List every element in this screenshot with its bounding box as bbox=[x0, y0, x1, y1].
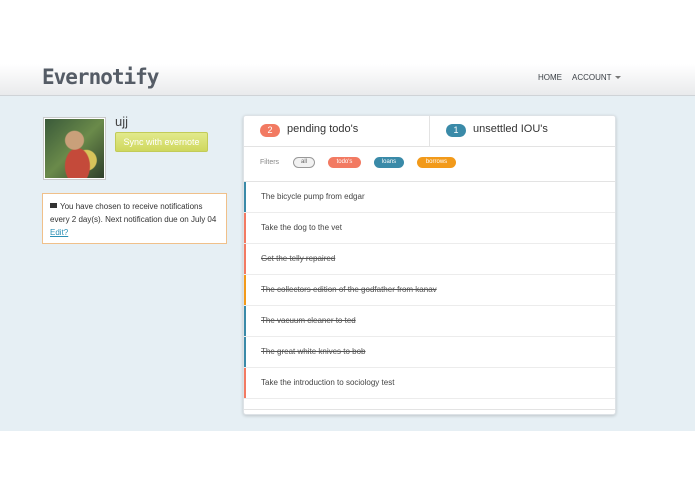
item-kind-bar bbox=[244, 275, 246, 305]
navbar: Evernotify HOME ACCOUNT bbox=[0, 64, 695, 96]
item-kind-bar bbox=[244, 337, 246, 367]
item-text: Take the introduction to sociology test bbox=[261, 378, 395, 387]
item-text: The bicycle pump from edgar bbox=[261, 192, 365, 201]
notice-text: You have chosen to receive notifications… bbox=[50, 202, 217, 224]
notification-notice: You have chosen to receive notifications… bbox=[42, 193, 227, 244]
tab-iou-label: unsettled IOU's bbox=[473, 123, 548, 135]
items-panel: 2 pending todo's 1 unsettled IOU's Filte… bbox=[243, 115, 616, 415]
filters-bar: Filters all todo's loans borrows bbox=[244, 147, 615, 182]
todo-count-badge: 2 bbox=[260, 124, 280, 137]
tab-todo-label: pending todo's bbox=[287, 123, 359, 135]
item-text: The great white knives to bob bbox=[261, 347, 366, 356]
sync-evernote-button[interactable]: Sync with evernote bbox=[115, 132, 208, 152]
bottom-whitespace bbox=[0, 431, 695, 494]
avatar-photo bbox=[45, 119, 104, 178]
list-item[interactable]: Take the dog to the vet bbox=[244, 213, 615, 244]
item-kind-bar bbox=[244, 368, 246, 398]
brand-logo[interactable]: Evernotify bbox=[42, 65, 159, 89]
items-list: The bicycle pump from edgar Take the dog… bbox=[244, 182, 615, 399]
item-kind-bar bbox=[244, 244, 246, 274]
item-kind-bar bbox=[244, 213, 246, 243]
list-item[interactable]: Get the telly repaired bbox=[244, 244, 615, 275]
list-item[interactable]: The collectors edition of the godfather … bbox=[244, 275, 615, 306]
item-text: The collectors edition of the godfather … bbox=[261, 285, 437, 294]
panel-footer-divider bbox=[244, 409, 615, 410]
filter-borrows[interactable]: borrows bbox=[417, 157, 456, 168]
list-item[interactable]: The great white knives to bob bbox=[244, 337, 615, 368]
tab-pending-todos[interactable]: 2 pending todo's bbox=[244, 116, 430, 146]
item-kind-bar bbox=[244, 306, 246, 336]
iou-count-badge: 1 bbox=[446, 124, 466, 137]
item-text: The vacuum cleaner to ted bbox=[261, 316, 356, 325]
filter-all[interactable]: all bbox=[293, 157, 315, 168]
filter-loans[interactable]: loans bbox=[374, 157, 404, 168]
nav-home-link[interactable]: HOME bbox=[538, 73, 562, 82]
filters-label: Filters bbox=[260, 159, 280, 166]
tab-unsettled-ious[interactable]: 1 unsettled IOU's bbox=[430, 116, 615, 146]
filter-todos[interactable]: todo's bbox=[328, 157, 361, 168]
username: ujj bbox=[115, 114, 129, 129]
top-whitespace bbox=[0, 0, 695, 64]
list-item[interactable]: Take the introduction to sociology test bbox=[244, 368, 615, 399]
avatar bbox=[43, 117, 106, 180]
item-kind-bar bbox=[244, 182, 246, 212]
item-text: Get the telly repaired bbox=[261, 254, 336, 263]
caret-down-icon bbox=[614, 76, 621, 80]
nav-account-dropdown[interactable]: ACCOUNT bbox=[572, 73, 621, 82]
item-text: Take the dog to the vet bbox=[261, 223, 342, 232]
list-item[interactable]: The bicycle pump from edgar bbox=[244, 182, 615, 213]
nav-account-label: ACCOUNT bbox=[572, 73, 612, 82]
edit-link[interactable]: Edit? bbox=[50, 228, 68, 237]
tabs: 2 pending todo's 1 unsettled IOU's bbox=[244, 116, 615, 147]
list-item[interactable]: The vacuum cleaner to ted bbox=[244, 306, 615, 337]
envelope-icon bbox=[50, 203, 57, 209]
